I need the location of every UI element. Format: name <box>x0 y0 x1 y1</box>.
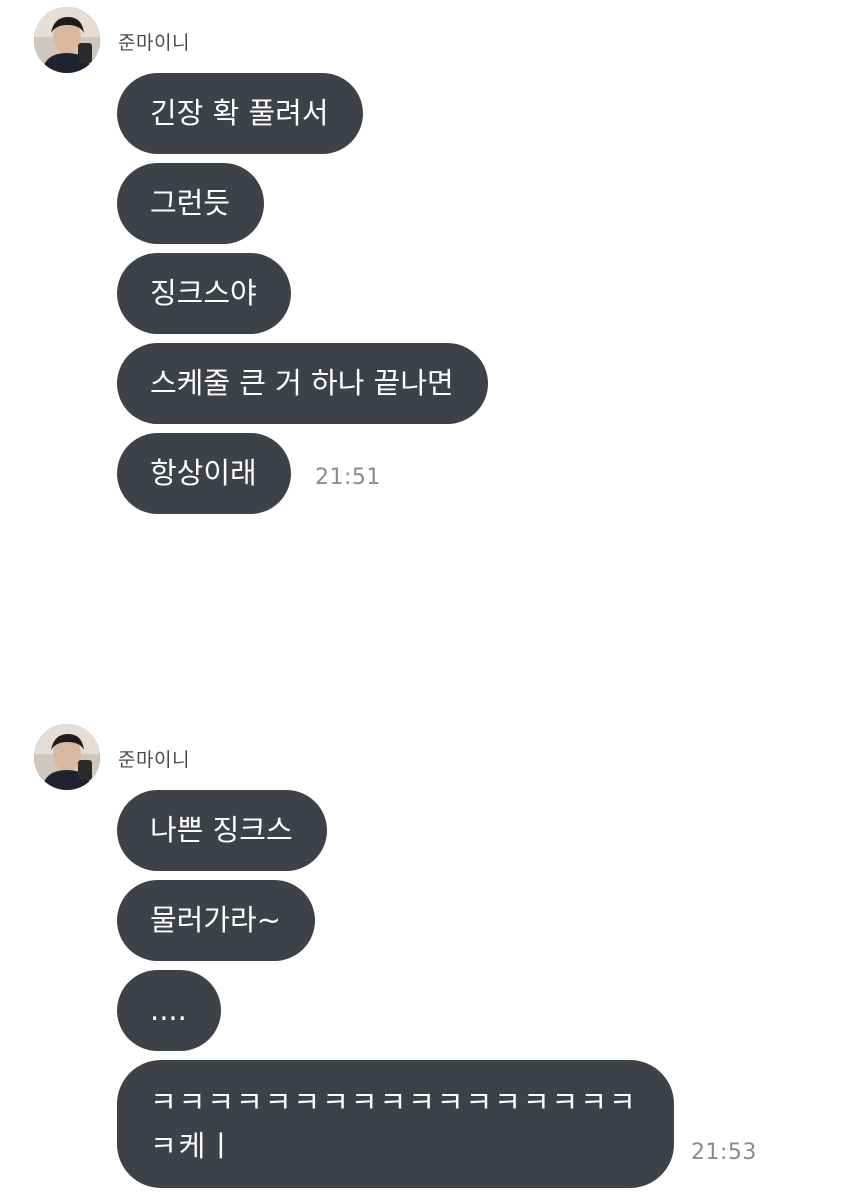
message-bubble[interactable]: .... <box>117 970 221 1051</box>
message-bubble[interactable]: ㅋㅋㅋㅋㅋㅋㅋㅋㅋㅋㅋㅋㅋㅋㅋㅋㅋㅋ케ㅣ <box>117 1060 674 1188</box>
sender-name: 준마이니 <box>118 749 190 771</box>
avatar[interactable] <box>34 724 100 790</box>
message-group: 준마이니 나쁜 징크스 물러가라~ .... ㅋㅋㅋㅋㅋㅋㅋㅋㅋㅋㅋㅋㅋㅋㅋㅋㅋ… <box>0 0 841 1200</box>
profile-photo-icon <box>34 724 100 790</box>
message-timestamp: 21:53 <box>691 1140 757 1165</box>
message-bubble[interactable]: 물러가라~ <box>117 880 316 961</box>
message-bubble[interactable]: 나쁜 징크스 <box>117 790 327 871</box>
